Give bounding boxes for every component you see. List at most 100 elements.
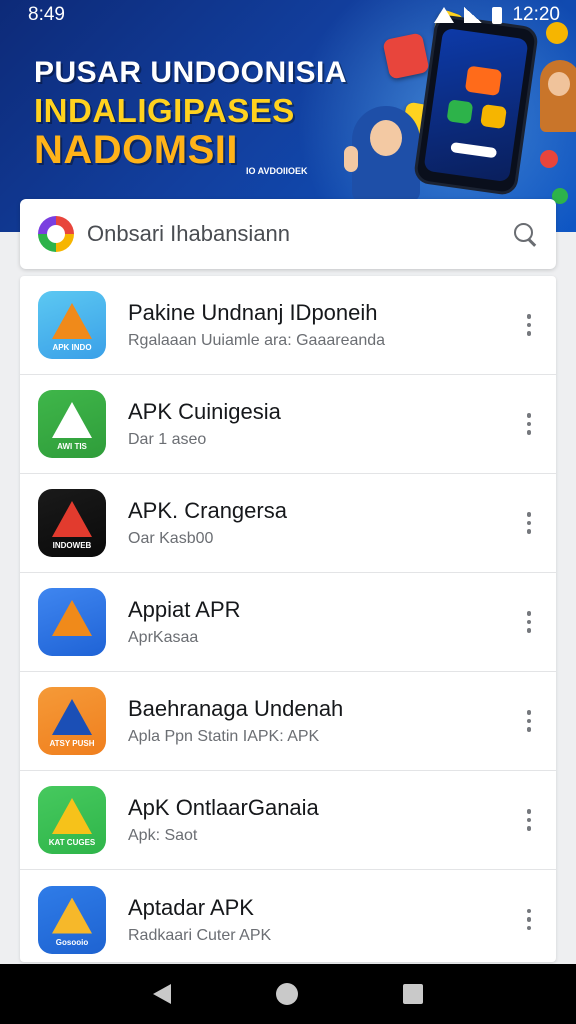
status-bar: 8:49 12:20	[0, 0, 576, 30]
app-icon-caption: INDOWEB	[52, 541, 92, 550]
app-subtitle: Radkaari Cuter APK	[128, 926, 272, 944]
infinity-logo-icon[interactable]: ATSY PUSH	[38, 687, 106, 755]
home-icon[interactable]	[275, 983, 298, 1005]
app-subtitle: Apk: Saot	[128, 827, 198, 844]
wifi-icon	[434, 7, 455, 23]
dot	[526, 611, 532, 616]
more-options-icon[interactable]	[514, 701, 544, 741]
app-logo-mark	[52, 798, 92, 834]
store-logo-icon	[38, 216, 74, 252]
dot	[526, 908, 532, 914]
dot	[526, 727, 532, 732]
status-icons: 12:20	[434, 4, 560, 26]
dot	[526, 917, 532, 922]
app-title[interactable]: Aptadar APK	[128, 895, 514, 921]
app-logo-mark	[52, 501, 92, 537]
dot	[526, 826, 532, 831]
app-icon-caption: AWI TIS	[57, 442, 87, 451]
list-item[interactable]: ATSY PUSH Baehranaga Undenah Apla Ppn Stat…	[20, 672, 556, 771]
more-options-icon[interactable]	[514, 602, 544, 642]
app-text-group: APK Cuinigesia Dar 1 aseo	[128, 399, 514, 449]
navigation-bar	[0, 964, 576, 1024]
app-list: APK INDO Pakine Undnanj IDponeih Rgalaaan …	[20, 276, 556, 962]
status-time: 8:49	[28, 4, 65, 25]
app-text-group: Baehranaga Undenah Apla Ppn Statin IAPK: …	[128, 696, 514, 746]
list-item[interactable]: KAT CUGES ApK OntlaarGanaia Apk: Saot	[20, 771, 556, 870]
list-item[interactable]: AWI TIS APK Cuinigesia Dar 1 aseo	[20, 375, 556, 474]
search-icon[interactable]	[510, 219, 540, 249]
app-subtitle: Dar 1 aseo	[128, 431, 207, 448]
dot	[526, 628, 532, 633]
app-text-group: Appiat APR AprKasaa	[128, 597, 514, 647]
dot	[526, 817, 532, 823]
boy-illustration	[540, 60, 576, 132]
app-subtitle: Oar Kasb00	[128, 530, 214, 547]
more-options-icon[interactable]	[514, 900, 544, 940]
app-logo-mark	[52, 897, 92, 934]
dot	[526, 619, 532, 625]
back-icon[interactable]	[152, 984, 171, 1004]
floating-app-tile	[382, 32, 430, 80]
hero-banner: 8:49 12:20 PUSAR UNDOONISIA INDALIGIPASE…	[0, 0, 576, 232]
floating-bubble	[540, 150, 558, 168]
app-logo-mark	[52, 699, 92, 735]
app-text-group: Aptadar APK Radkaari Cuter APK	[128, 895, 514, 945]
woman-illustration	[344, 106, 428, 202]
app-logo-mark	[52, 402, 92, 438]
banner-title-line-3: NADOMSII	[34, 128, 238, 172]
app-icon-caption: ATSY PUSH	[49, 739, 95, 748]
banner-title-line-1: PUSAR UNDOONISIA	[34, 56, 348, 89]
app-subtitle: Apla Ppn Statin IAPK: APK	[128, 728, 320, 745]
app-subtitle: Rgalaaan Uuiamle ara: Gaaareanda	[128, 332, 386, 349]
app-text-group: Pakine Undnanj IDponeih Rgalaaan Uuiamle …	[128, 300, 514, 350]
dot	[526, 710, 532, 715]
dot	[526, 512, 532, 517]
green-arrow-icon[interactable]: KAT CUGES	[38, 786, 106, 854]
banner-tagline: IO AVDOIIOEK	[246, 166, 308, 176]
app-icon-caption: APK INDO	[52, 343, 92, 352]
app-title[interactable]: Appiat APR	[128, 597, 514, 623]
more-options-icon[interactable]	[514, 404, 544, 444]
dot	[526, 925, 532, 931]
dot	[526, 314, 532, 319]
white-a-icon[interactable]: AWI TIS	[38, 390, 106, 458]
app-title[interactable]: APK. Crangersa	[128, 498, 514, 524]
app-title[interactable]: APK Cuinigesia	[128, 399, 514, 425]
app-title[interactable]: ApK OntlaarGanaia	[128, 795, 514, 821]
app-logo-mark	[52, 303, 92, 339]
dot	[526, 421, 532, 427]
app-logo-mark	[52, 600, 92, 636]
dot	[526, 520, 532, 526]
red-swoosh-icon[interactable]: INDOWEB	[38, 489, 106, 557]
app-icon-caption: KAT CUGES	[48, 838, 96, 847]
dot	[526, 413, 532, 418]
app-title[interactable]: Baehranaga Undenah	[128, 696, 514, 722]
search-input[interactable]: Onbsari Ihabansiann	[87, 221, 510, 247]
app-title[interactable]: Pakine Undnanj IDponeih	[128, 300, 514, 326]
recents-icon[interactable]	[403, 984, 424, 1004]
app-text-group: APK. Crangersa Oar Kasb00	[128, 498, 514, 548]
app-subtitle: AprKasaa	[128, 629, 199, 646]
color-triangle-icon[interactable]: Gosooio	[38, 885, 106, 954]
dot	[526, 322, 532, 328]
search-bar[interactable]: Onbsari Ihabansiann	[20, 199, 556, 269]
list-item[interactable]: Appiat APR AprKasaa	[20, 573, 556, 672]
app-text-group: ApK OntlaarGanaia Apk: Saot	[128, 795, 514, 845]
orange-triangle-icon[interactable]: APK INDO	[38, 291, 106, 359]
dot	[526, 809, 532, 814]
more-options-icon[interactable]	[514, 503, 544, 543]
list-item[interactable]: APK INDO Pakine Undnanj IDponeih Rgalaaan …	[20, 276, 556, 375]
dot	[526, 331, 532, 336]
app-icon-caption: Gosooio	[55, 937, 89, 947]
more-options-icon[interactable]	[514, 800, 544, 840]
banner-title-line-2: INDALIGIPASES	[34, 92, 295, 129]
status-clock: 12:20	[512, 4, 560, 25]
list-item[interactable]: INDOWEB APK. Crangersa Oar Kasb00	[20, 474, 556, 573]
dot	[526, 529, 532, 534]
blue-a-icon[interactable]	[38, 588, 106, 656]
dot	[526, 430, 532, 435]
list-item[interactable]: Gosooio Aptadar APK Radkaari Cuter APK	[20, 870, 556, 962]
more-options-icon[interactable]	[514, 305, 544, 345]
battery-icon	[492, 6, 503, 24]
dot	[526, 718, 532, 724]
